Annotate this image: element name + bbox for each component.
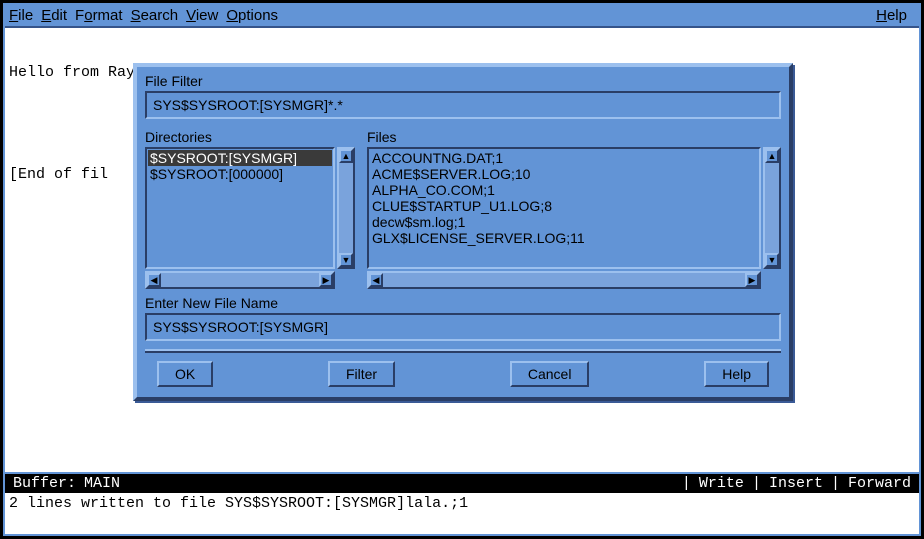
file-item[interactable]: ALPHA_CO.COM;1 (370, 182, 758, 198)
directories-listbox[interactable]: $SYSROOT:[SYSMGR]$SYSROOT:[000000] (145, 147, 335, 269)
new-filename-label: Enter New File Name (145, 295, 781, 311)
file-item[interactable]: ACCOUNTNG.DAT;1 (370, 150, 758, 166)
file-item[interactable]: GLX$LICENSE_SERVER.LOG;11 (370, 230, 758, 246)
file-dialog: File Filter SYS$SYSROOT:[SYSMGR]*.* Dire… (133, 63, 793, 401)
scroll-up-icon[interactable]: ▲ (339, 149, 353, 163)
file-filter-input[interactable]: SYS$SYSROOT:[SYSMGR]*.* (145, 91, 781, 119)
status-bar: Buffer: MAIN Write Insert Forward (5, 472, 919, 493)
scroll-right-icon[interactable]: ▶ (319, 273, 333, 287)
files-listbox[interactable]: ACCOUNTNG.DAT;1ACME$SERVER.LOG;10ALPHA_C… (367, 147, 761, 269)
menubar: File Edit Format Search View Options Hel… (5, 5, 919, 28)
file-item[interactable]: decw$sm.log;1 (370, 214, 758, 230)
status-buffer-name: MAIN (80, 475, 124, 492)
scroll-right-icon[interactable]: ▶ (745, 273, 759, 287)
menu-file[interactable]: File (9, 7, 33, 24)
directory-item[interactable]: $SYSROOT:[SYSMGR] (148, 150, 332, 166)
file-item[interactable]: ACME$SERVER.LOG;10 (370, 166, 758, 182)
file-item[interactable]: CLUE$STARTUP_U1.LOG;8 (370, 198, 758, 214)
files-label: Files (367, 129, 781, 145)
menu-search[interactable]: Search (131, 7, 179, 24)
menu-view[interactable]: View (186, 7, 218, 24)
message-line: 2 lines written to file SYS$SYSROOT:[SYS… (5, 493, 919, 514)
status-buffer-label: Buffer: (9, 475, 80, 492)
directory-item[interactable]: $SYSROOT:[000000] (148, 166, 332, 182)
cancel-button[interactable]: Cancel (510, 361, 590, 387)
files-hscrollbar[interactable]: ◀ ▶ (367, 271, 761, 289)
file-filter-label: File Filter (145, 73, 781, 89)
help-button[interactable]: Help (704, 361, 769, 387)
menu-help[interactable]: Help (876, 7, 907, 24)
scroll-down-icon[interactable]: ▼ (765, 253, 779, 267)
filter-button[interactable]: Filter (328, 361, 395, 387)
directories-label: Directories (145, 129, 355, 145)
directories-scrollbar[interactable]: ▲ ▼ (337, 147, 355, 269)
new-filename-input[interactable]: SYS$SYSROOT:[SYSMGR] (145, 313, 781, 341)
scroll-left-icon[interactable]: ◀ (369, 273, 383, 287)
dialog-button-row: OK Filter Cancel Help (145, 351, 781, 389)
status-mode-forward: Forward (844, 475, 915, 492)
scroll-down-icon[interactable]: ▼ (339, 253, 353, 267)
menu-edit[interactable]: Edit (41, 7, 67, 24)
status-mode-write: Write (695, 475, 748, 492)
menu-format[interactable]: Format (75, 7, 123, 24)
status-mode-insert: Insert (765, 475, 827, 492)
scroll-up-icon[interactable]: ▲ (765, 149, 779, 163)
ok-button[interactable]: OK (157, 361, 213, 387)
ok-button-default-ring: OK (157, 361, 213, 387)
directories-hscrollbar[interactable]: ◀ ▶ (145, 271, 335, 289)
files-scrollbar[interactable]: ▲ ▼ (763, 147, 781, 269)
scroll-left-icon[interactable]: ◀ (147, 273, 161, 287)
menu-options[interactable]: Options (226, 7, 278, 24)
